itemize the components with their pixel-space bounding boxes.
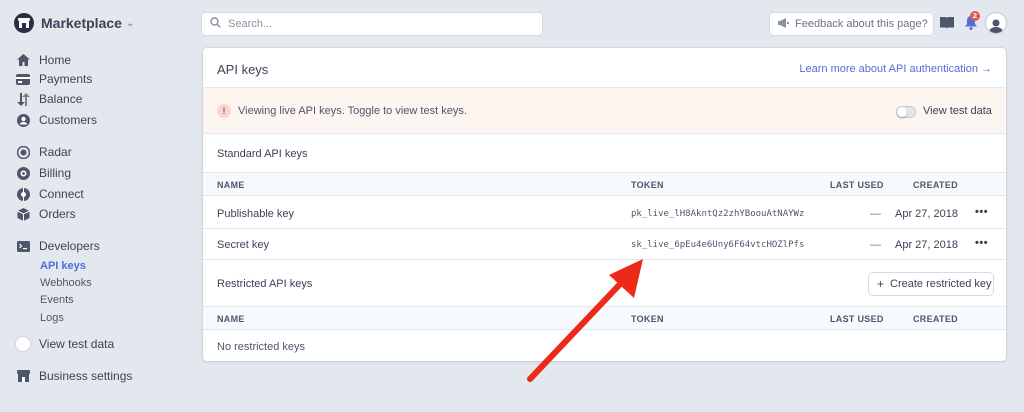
key-last-used: — xyxy=(870,208,881,220)
search-placeholder: Search... xyxy=(228,18,273,30)
table-row-publishable-key[interactable]: Publishable key pk_live_lH8AkntQz2zhYBoo… xyxy=(203,198,1006,229)
orders-box-icon xyxy=(16,207,30,221)
view-test-data-label[interactable]: View test data xyxy=(923,105,992,117)
search-input[interactable]: Search... xyxy=(202,13,542,35)
create-restricted-key-button[interactable]: + Create restricted key xyxy=(869,273,993,295)
sidebar-subitem-events[interactable]: Events xyxy=(40,292,74,308)
sidebar-item-connect[interactable]: Connect xyxy=(16,185,84,203)
billing-icon xyxy=(16,166,30,180)
sidebar-item-developers[interactable]: Developers xyxy=(16,237,100,255)
key-name: Publishable key xyxy=(217,208,295,220)
empty-state-text: No restricted keys xyxy=(217,341,306,353)
account-switcher[interactable]: Marketplace ⌄ xyxy=(14,12,134,34)
person-icon xyxy=(16,113,30,127)
account-name: Marketplace xyxy=(41,15,122,31)
column-header-created: CREATED xyxy=(913,314,958,324)
sidebar-item-home[interactable]: Home xyxy=(16,51,71,69)
feedback-input[interactable]: Feedback about this page? xyxy=(770,13,933,35)
sidebar-item-label: Developers xyxy=(39,239,100,253)
api-keys-card: API keys Learn more about API authentica… xyxy=(203,48,1006,361)
sidebar-item-label: Payments xyxy=(39,72,93,86)
sidebar-item-label: View test data xyxy=(39,337,115,351)
key-last-used: — xyxy=(870,239,881,251)
toggle-icon xyxy=(16,337,30,351)
banner-text: Viewing live API keys. Toggle to view te… xyxy=(238,105,467,117)
sidebar: Marketplace ⌄ Home Payments Balance Cust… xyxy=(0,0,190,412)
connect-icon xyxy=(16,187,30,201)
table-row-secret-key[interactable]: Secret key sk_live_6pEu4e6Uny6F64vtcHOZl… xyxy=(203,229,1006,260)
standard-table-header: NAME TOKEN LAST USED CREATED xyxy=(203,172,1006,196)
sidebar-item-orders[interactable]: Orders xyxy=(16,205,76,223)
more-actions-icon[interactable]: ••• xyxy=(975,237,988,249)
sidebar-item-balance[interactable]: Balance xyxy=(16,90,82,108)
key-name: Secret key xyxy=(217,239,269,251)
sidebar-view-test-data-toggle[interactable]: View test data xyxy=(16,335,114,353)
megaphone-icon xyxy=(778,17,789,31)
key-token[interactable]: sk_live_6pEu4e6Uny6F64vtcHOZlPfs xyxy=(631,240,804,250)
column-header-token: TOKEN xyxy=(631,180,664,190)
notification-badge: 2 xyxy=(970,11,980,21)
book-icon[interactable] xyxy=(938,14,956,32)
card-header: API keys Learn more about API authentica… xyxy=(203,48,1006,88)
column-header-last-used: LAST USED xyxy=(830,314,884,324)
sidebar-item-label: Business settings xyxy=(39,369,133,383)
sidebar-item-label: Customers xyxy=(39,113,98,127)
create-restricted-key-label: Create restricted key xyxy=(890,278,992,290)
sidebar-item-label: Radar xyxy=(39,145,72,159)
plus-icon: + xyxy=(877,277,885,291)
avatar-icon xyxy=(989,19,1003,33)
empty-state-row: No restricted keys xyxy=(203,333,1006,361)
avatar[interactable] xyxy=(986,13,1006,33)
sidebar-item-business-settings[interactable]: Business settings xyxy=(16,367,132,385)
restricted-keys-title: Restricted API keys xyxy=(217,278,313,290)
column-header-name: NAME xyxy=(217,180,245,190)
balance-arrows-icon xyxy=(16,92,30,106)
sidebar-subitem-webhooks[interactable]: Webhooks xyxy=(40,275,92,291)
sidebar-item-payments[interactable]: Payments xyxy=(16,70,92,88)
feedback-placeholder: Feedback about this page? xyxy=(795,18,928,30)
building-icon xyxy=(14,13,34,33)
sidebar-item-label: Home xyxy=(39,53,72,67)
learn-more-link[interactable]: Learn more about API authentication → xyxy=(799,63,992,75)
credit-card-icon xyxy=(16,72,30,86)
terminal-icon xyxy=(16,239,30,253)
key-created: Apr 27, 2018 xyxy=(895,208,958,220)
bell-icon[interactable]: 2 xyxy=(962,11,980,32)
sidebar-item-label: Billing xyxy=(39,166,72,180)
sidebar-item-label: Balance xyxy=(39,92,83,106)
key-token[interactable]: pk_live_lH8AkntQz2zhYBoouAtNAYWz xyxy=(631,209,804,219)
radar-icon xyxy=(16,145,30,159)
column-header-last-used: LAST USED xyxy=(830,180,884,190)
sidebar-subitem-api-keys[interactable]: API keys xyxy=(40,258,86,274)
column-header-created: CREATED xyxy=(913,180,958,190)
alert-icon: ! xyxy=(217,104,231,118)
column-header-token: TOKEN xyxy=(631,314,664,324)
sidebar-item-billing[interactable]: Billing xyxy=(16,164,71,182)
sidebar-item-radar[interactable]: Radar xyxy=(16,143,72,161)
sidebar-item-label: Connect xyxy=(39,187,84,201)
search-icon xyxy=(210,15,221,33)
chevron-down-icon: ⌄ xyxy=(125,17,135,29)
sidebar-item-customers[interactable]: Customers xyxy=(16,111,97,129)
sidebar-subitem-logs[interactable]: Logs xyxy=(40,310,64,326)
restricted-table-header: NAME TOKEN LAST USED CREATED xyxy=(203,306,1006,330)
sidebar-item-label: Orders xyxy=(39,207,76,221)
more-actions-icon[interactable]: ••• xyxy=(975,206,988,218)
column-header-name: NAME xyxy=(217,314,245,324)
page-title: API keys xyxy=(217,62,269,77)
home-icon xyxy=(16,53,30,67)
live-mode-banner: ! Viewing live API keys. Toggle to view … xyxy=(203,88,1006,134)
standard-keys-title: Standard API keys xyxy=(217,148,308,160)
key-created: Apr 27, 2018 xyxy=(895,239,958,251)
view-test-data-switch[interactable] xyxy=(896,106,916,118)
building-icon xyxy=(16,369,30,383)
